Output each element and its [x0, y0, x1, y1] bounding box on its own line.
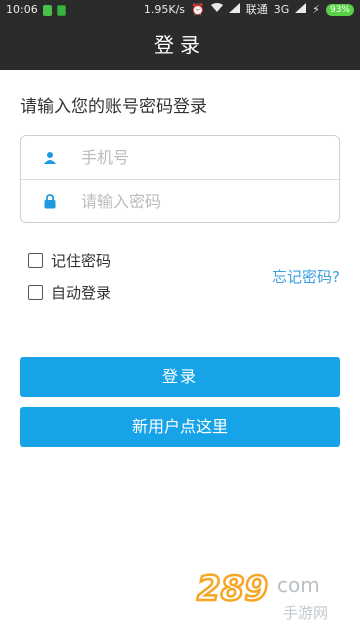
- signal-icon: [228, 0, 240, 20]
- page-title: 登录: [154, 33, 206, 57]
- page-header: 登录: [0, 20, 360, 70]
- login-button[interactable]: 登录: [20, 357, 340, 397]
- status-bar: 10:06 1.95K/s ⏰ 联通 3G ⚡ 93%: [0, 0, 360, 20]
- user-icon: [41, 149, 59, 167]
- charging-icon: ⚡: [312, 3, 320, 16]
- app-notification-icon: [56, 4, 66, 16]
- login-prompt: 请输入您的账号密码登录: [20, 97, 207, 117]
- watermark-suffix: com: [277, 573, 320, 597]
- phone-field-row: [21, 136, 339, 180]
- auto-login-label: 自动登录: [51, 284, 112, 302]
- network-type: 3G: [273, 3, 290, 16]
- wifi-icon: [210, 0, 223, 20]
- login-form: [20, 135, 340, 223]
- carrier-label: 联通: [245, 3, 268, 16]
- lock-icon: [41, 193, 59, 211]
- status-time: 10:06: [6, 3, 38, 16]
- status-left: 10:06: [6, 0, 66, 20]
- forgot-password-link[interactable]: 忘记密码?: [272, 266, 340, 287]
- battery-indicator: 93%: [326, 4, 354, 16]
- password-field-row: [21, 180, 339, 223]
- phone-input[interactable]: [79, 147, 313, 168]
- alarm-icon: ⏰: [191, 3, 205, 16]
- auto-login-checkbox[interactable]: [28, 285, 43, 300]
- remember-password-checkbox[interactable]: [28, 253, 43, 268]
- notification-icon: [42, 4, 52, 16]
- register-button[interactable]: 新用户点这里: [20, 407, 340, 447]
- signal-icon-2: [295, 0, 307, 20]
- password-input[interactable]: [79, 191, 313, 212]
- watermark-logo: 289 com 手游网: [195, 560, 345, 630]
- watermark-brand: 289: [197, 569, 268, 609]
- remember-password-option[interactable]: 记住密码: [28, 250, 111, 271]
- auto-login-option[interactable]: 自动登录: [28, 282, 111, 303]
- watermark-tagline: 手游网: [283, 604, 328, 622]
- status-right: 1.95K/s ⏰ 联通 3G ⚡ 93%: [144, 0, 354, 20]
- network-speed: 1.95K/s: [143, 3, 186, 16]
- remember-password-label: 记住密码: [51, 252, 112, 270]
